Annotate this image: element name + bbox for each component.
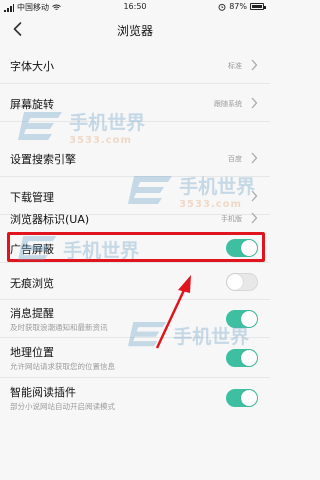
- watermark: 手机世界: [128, 320, 249, 350]
- reader-plugin-toggle[interactable]: [226, 389, 258, 407]
- battery-icon: [250, 3, 266, 10]
- setting-value: 百度: [228, 155, 242, 163]
- watermark-logo-icon: [18, 112, 62, 140]
- alarm-icon: [218, 3, 226, 11]
- setting-label: 消息提醒: [10, 307, 54, 320]
- chevron-right-icon: [251, 97, 258, 109]
- toggle-knob: [241, 350, 257, 366]
- chevron-right-icon: [251, 212, 258, 224]
- watermark-text: 手机世界: [63, 239, 140, 262]
- watermark-text: 手机世界: [69, 112, 146, 134]
- watermark-logo-icon: [128, 321, 167, 347]
- setting-value: 跟随系统: [214, 100, 242, 108]
- chevron-right-icon: [251, 152, 258, 164]
- setting-label: 智能阅读插件: [10, 386, 76, 399]
- setting-description: 部分小说网站自动开启阅读模式: [10, 402, 115, 411]
- incognito-toggle[interactable]: [226, 273, 258, 291]
- setting-label: 无痕浏览: [10, 277, 54, 290]
- watermark-logo-icon: [128, 176, 172, 204]
- setting-font-size[interactable]: 字体大小 标准: [0, 46, 270, 84]
- watermark-logo-icon: [18, 235, 57, 261]
- watermark-number: 3533.com: [179, 199, 242, 210]
- toggle-knob: [227, 274, 243, 290]
- setting-label: 地理位置: [10, 346, 54, 359]
- watermark: 手机世界 3533.com: [18, 108, 145, 146]
- chevron-right-icon: [251, 59, 258, 71]
- toggle-knob: [241, 390, 257, 406]
- setting-incognito: 无痕浏览: [0, 262, 270, 300]
- page-title: 浏览器: [116, 24, 153, 38]
- setting-value: 标准: [228, 62, 242, 70]
- watermark: 手机世界 3533.com: [128, 172, 255, 210]
- setting-description: 及时获取浪潮通知和最新资讯: [10, 323, 108, 332]
- watermark: 手机世界: [18, 234, 139, 264]
- setting-label: 设置搜索引擎: [10, 153, 76, 166]
- nav-bar: 浏览器: [0, 14, 270, 46]
- watermark-text: 手机世界: [173, 325, 250, 348]
- setting-label: 字体大小: [10, 60, 54, 73]
- setting-label: 下载管理: [10, 191, 54, 204]
- status-bar: 中国移动 16:50 87%: [0, 0, 270, 14]
- watermark-number: 3533.com: [69, 135, 132, 146]
- watermark-text: 手机世界: [179, 176, 256, 198]
- status-right: 87%: [218, 2, 266, 11]
- location-toggle[interactable]: [226, 349, 258, 367]
- setting-label: 浏览器标识(UA): [10, 213, 90, 226]
- setting-description: 允许网站请求获取您的位置信息: [10, 362, 115, 371]
- setting-value: 手机版: [221, 215, 242, 223]
- setting-reader-plugin: 智能阅读插件 部分小说网站自动开启阅读模式: [0, 378, 270, 418]
- battery-percent: 87%: [229, 2, 247, 11]
